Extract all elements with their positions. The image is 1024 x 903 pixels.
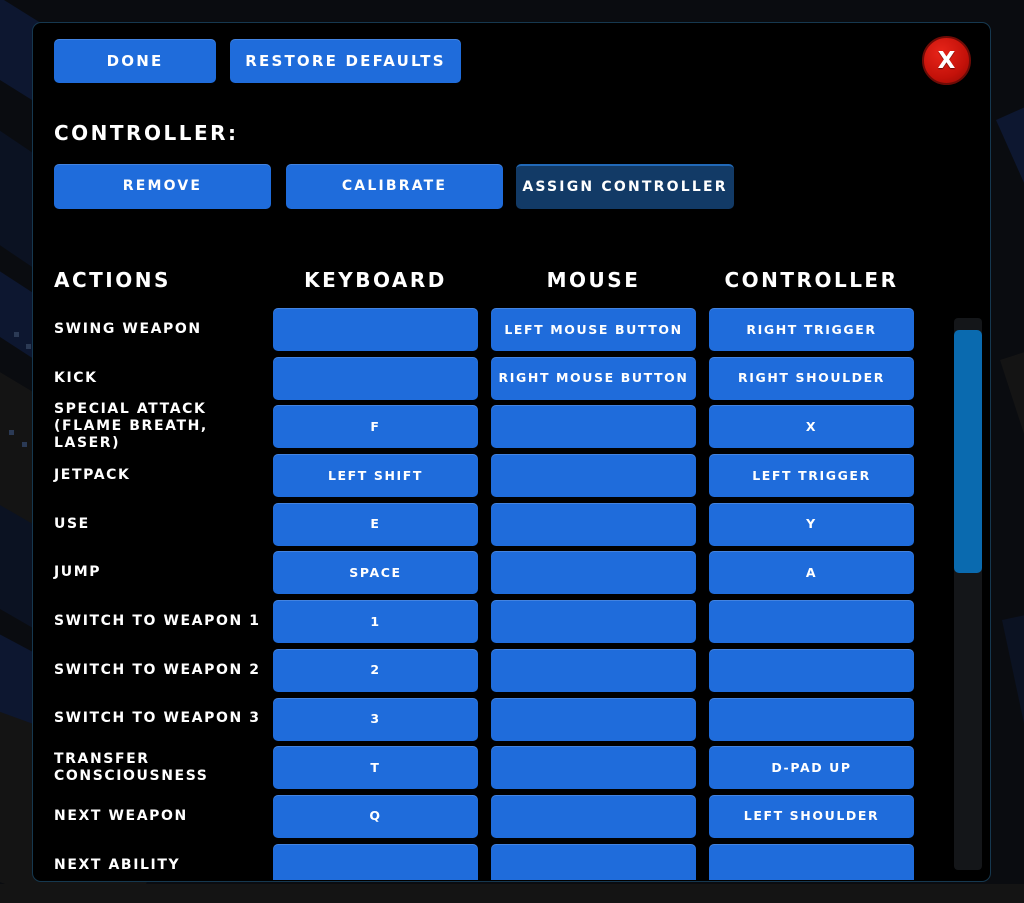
binding-cell-mouse[interactable] [491, 794, 696, 838]
table-row: KICK RIGHT MOUSE BUTTON RIGHT SHOULDER [33, 356, 990, 406]
scene-detail [26, 344, 31, 349]
table-row: JETPACK LEFT SHIFT LEFT TRIGGER [33, 454, 990, 503]
remove-controller-button[interactable]: REMOVE [54, 164, 271, 209]
binding-cell-keyboard[interactable]: F [273, 405, 478, 449]
binding-cell-mouse[interactable] [491, 454, 696, 498]
action-label: SWITCH TO WEAPON 3 [54, 710, 261, 727]
done-button[interactable]: DONE [54, 39, 216, 83]
action-label: TRANSFER CONSCIOUSNESS [54, 750, 209, 784]
restore-defaults-button[interactable]: RESTORE DEFAULTS [230, 39, 461, 83]
action-label: SWING WEAPON [54, 320, 202, 337]
table-row: TRANSFER CONSCIOUSNESS T D-PAD UP [33, 746, 990, 795]
column-header-controller: CONTROLLER [724, 268, 899, 292]
column-header-actions: ACTIONS [54, 268, 171, 292]
table-row: SPECIAL ATTACK (FLAME BREATH, LASER) F X [33, 401, 990, 454]
action-label: NEXT ABILITY [54, 856, 181, 873]
binding-cell-keyboard[interactable]: 3 [273, 697, 478, 741]
table-row: USE E Y [33, 502, 990, 552]
binding-cell-controller[interactable]: LEFT TRIGGER [709, 454, 914, 498]
binding-cell-mouse[interactable] [491, 405, 696, 449]
column-header-keyboard: KEYBOARD [304, 268, 447, 292]
binding-cell-mouse[interactable] [491, 746, 696, 790]
binding-cell-controller[interactable]: LEFT SHOULDER [709, 794, 914, 838]
binding-cell-keyboard[interactable]: 2 [273, 648, 478, 692]
binding-cell-controller[interactable]: D-PAD UP [709, 746, 914, 790]
controls-settings-panel: DONE RESTORE DEFAULTS X CONTROLLER: REMO… [32, 22, 991, 882]
binding-cell-controller[interactable]: Y [709, 502, 914, 546]
scene-detail [22, 442, 27, 447]
binding-cell-keyboard[interactable]: LEFT SHIFT [273, 454, 478, 498]
scene-slab [996, 71, 1024, 312]
binding-cell-mouse[interactable]: RIGHT MOUSE BUTTON [491, 356, 696, 400]
binding-cell-keyboard[interactable]: SPACE [273, 551, 478, 595]
action-label: USE [54, 515, 90, 532]
binding-cell-controller[interactable]: RIGHT SHOULDER [709, 356, 914, 400]
table-row: SWITCH TO WEAPON 3 3 [33, 697, 990, 747]
table-row: SWING WEAPON LEFT MOUSE BUTTON RIGHT TRIGG… [33, 308, 990, 357]
scene-slab [1000, 322, 1024, 589]
binding-cell-controller[interactable] [709, 697, 914, 741]
binding-cell-keyboard[interactable] [273, 356, 478, 400]
binding-cell-controller[interactable] [709, 843, 914, 880]
table-row: NEXT WEAPON Q LEFT SHOULDER [33, 794, 990, 844]
action-label: NEXT WEAPON [54, 807, 188, 824]
binding-cell-mouse[interactable] [491, 843, 696, 880]
action-label: SWITCH TO WEAPON 2 [54, 661, 261, 678]
binding-cell-controller[interactable]: A [709, 551, 914, 595]
controller-section-heading: CONTROLLER: [54, 121, 239, 145]
bindings-scrollbar[interactable] [944, 308, 985, 880]
bindings-table-header: ACTIONS KEYBOARD MOUSE CONTROLLER [33, 268, 990, 308]
binding-cell-keyboard[interactable] [273, 308, 478, 351]
scene-detail [14, 332, 19, 337]
binding-cell-mouse[interactable]: LEFT MOUSE BUTTON [491, 308, 696, 351]
close-icon[interactable]: X [922, 36, 971, 85]
scene-slab [1002, 595, 1024, 816]
table-row: JUMP SPACE A [33, 551, 990, 600]
binding-cell-mouse[interactable] [491, 502, 696, 546]
column-header-mouse: MOUSE [546, 268, 641, 292]
binding-cell-controller[interactable] [709, 648, 914, 692]
bindings-table-viewport: SWING WEAPON LEFT MOUSE BUTTON RIGHT TRIGG… [33, 308, 990, 880]
scene-detail [9, 430, 14, 435]
binding-cell-controller[interactable] [709, 600, 914, 644]
action-label: SWITCH TO WEAPON 1 [54, 613, 261, 630]
assign-controller-button[interactable]: ASSIGN CONTROLLER [516, 164, 734, 209]
binding-cell-keyboard[interactable]: E [273, 502, 478, 546]
binding-cell-mouse[interactable] [491, 600, 696, 644]
binding-cell-mouse[interactable] [491, 697, 696, 741]
binding-cell-keyboard[interactable]: 1 [273, 600, 478, 644]
binding-cell-mouse[interactable] [491, 551, 696, 595]
action-label: SPECIAL ATTACK (FLAME BREATH, LASER) [54, 401, 208, 452]
binding-cell-mouse[interactable] [491, 648, 696, 692]
binding-cell-keyboard[interactable] [273, 843, 478, 880]
action-label: KICK [54, 369, 98, 386]
calibrate-controller-button[interactable]: CALIBRATE [286, 164, 503, 209]
table-row: NEXT ABILITY [33, 843, 990, 880]
binding-cell-keyboard[interactable]: T [273, 746, 478, 790]
binding-cell-controller[interactable]: RIGHT TRIGGER [709, 308, 914, 351]
table-row: SWITCH TO WEAPON 2 2 [33, 648, 990, 698]
action-label: JETPACK [54, 467, 131, 484]
binding-cell-keyboard[interactable]: Q [273, 794, 478, 838]
binding-cell-controller[interactable]: X [709, 405, 914, 449]
scrollbar-thumb[interactable] [954, 330, 982, 573]
bindings-table-rows: SWING WEAPON LEFT MOUSE BUTTON RIGHT TRIGG… [33, 308, 990, 880]
scene-slab [0, 884, 1024, 903]
action-label: JUMP [54, 564, 102, 581]
table-row: SWITCH TO WEAPON 1 1 [33, 600, 990, 649]
